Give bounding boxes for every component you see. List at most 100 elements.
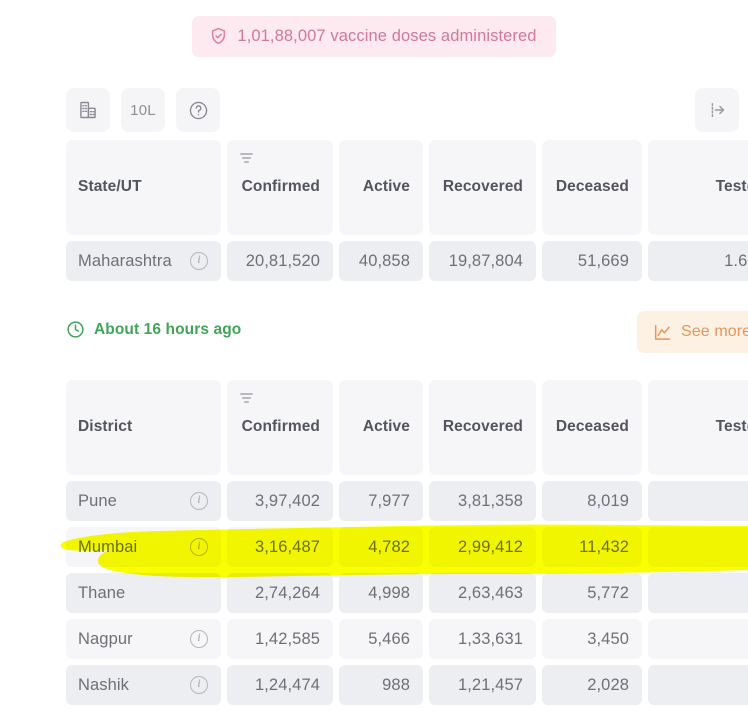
cell-recovered: 19,87,804 <box>429 241 536 281</box>
column-header-district-recovered[interactable]: Recovered <box>429 380 536 475</box>
column-header-district-recovered-label: Recovered <box>442 417 523 435</box>
column-header-deceased[interactable]: Deceased <box>542 140 642 235</box>
table-row[interactable]: Nashik i 1,24,474 988 1,21,457 2,028 - <box>66 665 748 705</box>
column-header-recovered-label: Recovered <box>442 177 523 195</box>
info-icon[interactable]: i <box>190 630 208 648</box>
cell-confirmed: 3,16,487 <box>227 527 333 567</box>
table-row[interactable]: Pune i 3,97,402 7,977 3,81,358 8,019 - <box>66 481 748 521</box>
info-icon[interactable]: i <box>190 492 208 510</box>
cell-recovered: 1,21,457 <box>429 665 536 705</box>
district-name-label: Pune <box>78 491 117 510</box>
cell-recovered: 2,99,412 <box>429 527 536 567</box>
column-header-state[interactable]: State/UT <box>66 140 221 235</box>
building-icon <box>80 101 96 119</box>
cell-deceased: 51,669 <box>542 241 642 281</box>
district-table: District Confirmed Active Recovered Dece… <box>66 380 748 705</box>
cell-tested: - <box>648 619 748 659</box>
cell-active: 40,858 <box>339 241 423 281</box>
info-icon[interactable]: i <box>190 538 208 556</box>
cell-confirmed: 1,24,474 <box>227 665 333 705</box>
cell-confirmed: 2,74,264 <box>227 573 333 613</box>
cell-confirmed: 3,97,402 <box>227 481 333 521</box>
column-header-deceased-label: Deceased <box>555 177 629 195</box>
cell-deceased: 8,019 <box>542 481 642 521</box>
cell-state-name[interactable]: Maharashtra i <box>66 241 221 281</box>
column-header-district-label: District <box>78 417 133 435</box>
scale-toggle-button[interactable]: 10L <box>121 88 165 132</box>
column-header-active-label: Active <box>362 177 410 195</box>
table-row[interactable]: Nagpur i 1,42,585 5,466 1,33,631 3,450 - <box>66 619 748 659</box>
column-header-recovered[interactable]: Recovered <box>429 140 536 235</box>
district-name-label: Thane <box>78 583 126 602</box>
column-header-district-active[interactable]: Active <box>339 380 423 475</box>
see-more-label: See more <box>681 323 748 340</box>
question-circle-icon <box>189 101 207 119</box>
cell-recovered: 1,33,631 <box>429 619 536 659</box>
cell-active: 7,977 <box>339 481 423 521</box>
cell-deceased: 2,028 <box>542 665 642 705</box>
vaccine-banner-text: 1,01,88,007 vaccine doses administered <box>237 26 537 45</box>
column-header-district[interactable]: District <box>66 380 221 475</box>
district-name-label: Mumbai <box>78 537 138 556</box>
cell-active: 4,782 <box>339 527 423 567</box>
column-header-district-deceased-label: Deceased <box>555 417 629 435</box>
sort-descending-icon <box>240 393 254 403</box>
cell-district-name[interactable]: Mumbai i <box>66 527 221 567</box>
column-header-state-label: State/UT <box>78 177 142 195</box>
state-table: State/UT Confirmed Active Recovered Dece… <box>66 140 748 281</box>
cell-active: 5,466 <box>339 619 423 659</box>
cell-recovered: 2,63,463 <box>429 573 536 613</box>
column-header-tested[interactable]: Tested <box>648 140 748 235</box>
table-row[interactable]: Mumbai i 3,16,487 4,782 2,99,412 11,432 … <box>66 527 748 567</box>
sort-descending-icon <box>240 153 254 163</box>
expand-right-button[interactable] <box>695 88 739 132</box>
vaccine-doses-banner: 1,01,88,007 vaccine doses administered <box>192 16 556 57</box>
column-header-district-active-label: Active <box>362 417 410 435</box>
last-updated: About 16 hours ago <box>66 320 241 339</box>
cell-confirmed: 20,81,520 <box>227 241 333 281</box>
covid-tracker-page: 1,01,88,007 vaccine doses administered 1 <box>0 0 748 713</box>
info-icon[interactable]: i <box>190 252 208 270</box>
cell-tested: - <box>648 665 748 705</box>
vaccine-banner-strip: 1,01,88,007 vaccine doses administered <box>0 16 748 57</box>
help-toggle-button[interactable] <box>176 88 220 132</box>
column-header-tested-label: Tested <box>715 177 748 195</box>
cell-deceased: 11,432 <box>542 527 642 567</box>
district-name-label: Nashik <box>78 675 130 694</box>
column-header-confirmed-label: Confirmed <box>241 177 320 195</box>
cell-active: 988 <box>339 665 423 705</box>
cell-recovered: 3,81,358 <box>429 481 536 521</box>
cell-district-name[interactable]: Nashik i <box>66 665 221 705</box>
cell-district-name[interactable]: Nagpur i <box>66 619 221 659</box>
state-name-label: Maharashtra <box>78 251 172 270</box>
building-toggle-button[interactable] <box>66 88 110 132</box>
column-header-active[interactable]: Active <box>339 140 423 235</box>
cell-district-name[interactable]: Thane <box>66 573 221 613</box>
column-header-district-confirmed-label: Confirmed <box>241 417 320 435</box>
shield-check-icon <box>212 27 226 45</box>
cell-deceased: 3,450 <box>542 619 642 659</box>
table-row[interactable]: Maharashtra i 20,81,520 40,858 19,87,804… <box>66 241 748 281</box>
column-header-district-confirmed[interactable]: Confirmed <box>227 380 333 475</box>
cell-tested: - <box>648 481 748 521</box>
table-toolbar: 10L <box>66 88 748 132</box>
cell-active: 4,998 <box>339 573 423 613</box>
info-icon[interactable]: i <box>190 676 208 694</box>
line-chart-icon <box>654 324 671 340</box>
column-header-confirmed[interactable]: Confirmed <box>227 140 333 235</box>
clock-icon <box>67 321 84 338</box>
cell-deceased: 5,772 <box>542 573 642 613</box>
scale-toggle-label: 10L <box>130 101 156 119</box>
district-table-header: District Confirmed Active Recovered Dece… <box>66 380 748 475</box>
table-row[interactable]: Thane 2,74,264 4,998 2,63,463 5,772 - <box>66 573 748 613</box>
see-more-button[interactable]: See more <box>637 311 748 353</box>
column-header-district-tested[interactable]: Tested <box>648 380 748 475</box>
cell-tested: 1.6Cr <box>648 241 748 281</box>
cell-district-name[interactable]: Pune i <box>66 481 221 521</box>
cell-tested: - <box>648 573 748 613</box>
district-name-label: Nagpur <box>78 629 133 648</box>
state-table-header: State/UT Confirmed Active Recovered Dece… <box>66 140 748 235</box>
column-header-district-tested-label: Tested <box>715 417 748 435</box>
column-header-district-deceased[interactable]: Deceased <box>542 380 642 475</box>
cell-confirmed: 1,42,585 <box>227 619 333 659</box>
